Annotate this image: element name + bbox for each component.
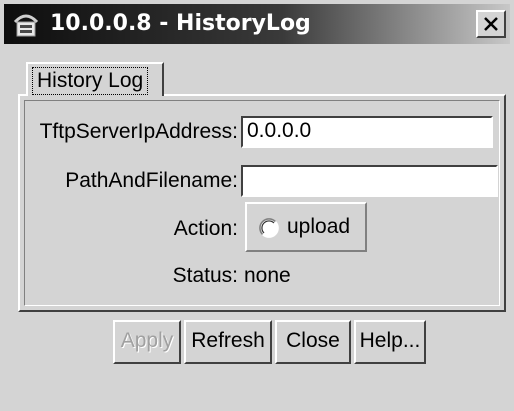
network-device-icon	[12, 10, 40, 38]
path-filename-field[interactable]	[241, 165, 498, 197]
path-filename-label: PathAndFilename:	[65, 169, 238, 192]
upload-radio[interactable]	[259, 218, 279, 238]
history-log-window: 10.0.0.8 - HistoryLog History Log TftpSe…	[0, 0, 514, 411]
tab-label: History Log	[32, 67, 149, 95]
status-label: Status:	[172, 264, 238, 287]
window-title: 10.0.0.8 - HistoryLog	[50, 11, 311, 36]
tftp-server-ip-field[interactable]: 0.0.0.0	[241, 116, 493, 148]
apply-button[interactable]: Apply	[113, 320, 181, 364]
help-button[interactable]: Help...	[354, 320, 426, 364]
tftp-server-label: TftpServerIpAddress:	[39, 120, 238, 143]
upload-radio-label[interactable]: upload	[287, 213, 350, 241]
status-value: none	[244, 264, 291, 287]
title-bar[interactable]: 10.0.0.8 - HistoryLog	[4, 4, 510, 44]
close-button[interactable]: Close	[275, 320, 351, 364]
tab-history-log[interactable]: History Log	[26, 62, 164, 96]
action-radio-group: upload	[245, 202, 367, 252]
refresh-button[interactable]: Refresh	[184, 320, 272, 364]
action-label: Action:	[173, 217, 238, 240]
close-window-button[interactable]	[476, 10, 506, 38]
